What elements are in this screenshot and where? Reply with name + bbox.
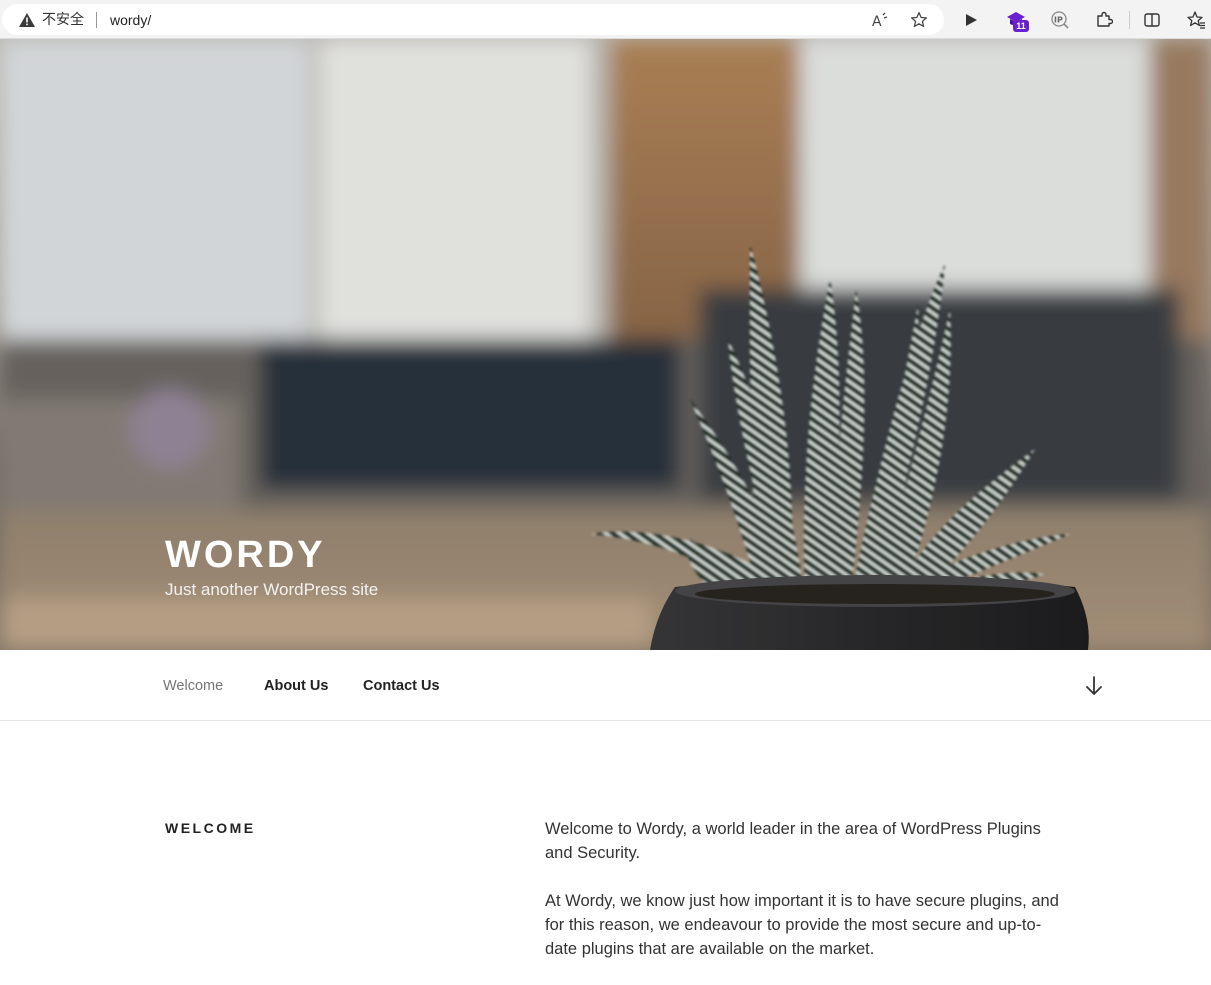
svg-text:A: A xyxy=(872,14,882,29)
hero-header: WORDY Just another WordPress site xyxy=(0,39,1211,650)
paragraph-security: At Wordy, we know just how important it … xyxy=(545,892,1059,958)
favorite-star-icon[interactable] xyxy=(909,10,929,30)
warning-icon[interactable] xyxy=(18,12,36,28)
paragraph-intro: Welcome to Wordy, a world leader in the … xyxy=(545,820,1041,862)
entry-content: Welcome to Wordy, a world leader in the … xyxy=(545,817,1070,985)
play-icon[interactable] xyxy=(960,9,982,31)
url-text[interactable]: wordy/ xyxy=(110,11,151,29)
main-navigation: Welcome About Us Contact Us xyxy=(0,650,1211,721)
page-title: WELCOME xyxy=(165,820,256,836)
puzzle-icon[interactable] xyxy=(1093,9,1115,31)
toolbar-divider xyxy=(1129,11,1130,29)
nav-item-contact-us[interactable]: Contact Us xyxy=(363,677,440,695)
arrow-down-icon[interactable] xyxy=(1084,675,1104,697)
read-aloud-icon[interactable]: A xyxy=(870,10,890,30)
favorites-icon[interactable] xyxy=(1185,9,1207,31)
site-tagline: Just another WordPress site xyxy=(165,580,379,599)
browser-toolbar: 不安全 wordy/ A 11 IP xyxy=(0,0,1211,39)
address-divider xyxy=(96,12,97,28)
extension-badge: 11 xyxy=(1013,20,1029,32)
site-title[interactable]: WORDY xyxy=(165,532,326,578)
nav-item-about-us[interactable]: About Us xyxy=(264,677,328,695)
split-screen-icon[interactable] xyxy=(1141,9,1163,31)
address-bar[interactable]: 不安全 wordy/ A xyxy=(2,4,944,35)
svg-text:IP: IP xyxy=(1054,16,1063,25)
security-label[interactable]: 不安全 xyxy=(42,11,84,29)
ip-icon[interactable]: IP xyxy=(1049,9,1071,31)
nav-item-welcome[interactable]: Welcome xyxy=(163,677,223,695)
